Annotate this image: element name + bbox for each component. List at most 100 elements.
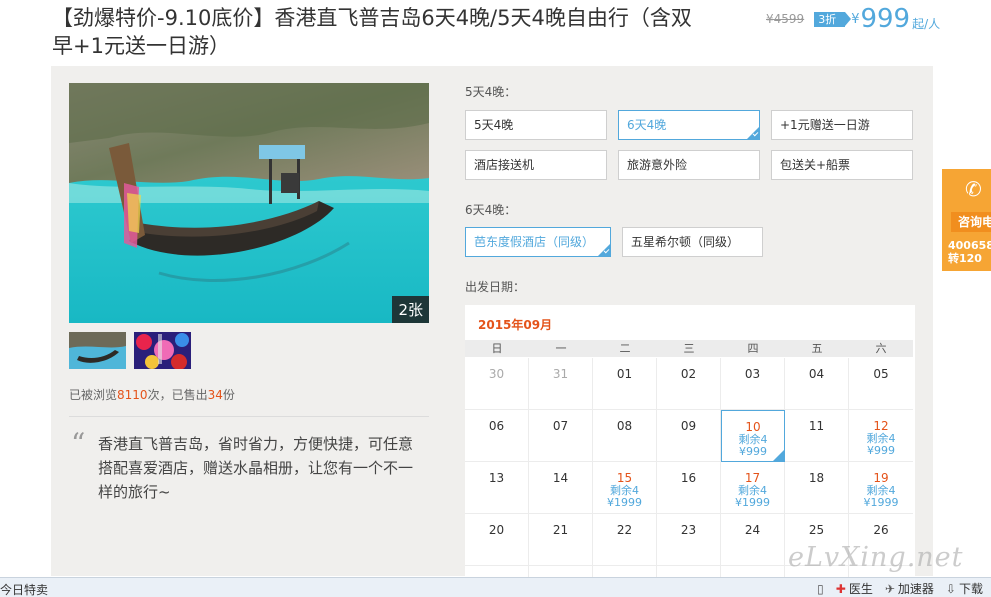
calendar-week-row: 30 31 01 02 03 04 05 <box>465 358 913 410</box>
browser-statusbar: 今日特卖 ▯ ✚ 医生 ✈ 加速器 ⇩ 下载 <box>0 577 991 597</box>
calendar-day[interactable]: 17 剩余4 ¥1999 <box>721 462 785 514</box>
calendar-day: 24 <box>721 514 785 566</box>
calendar-day: 18 <box>785 462 849 514</box>
option-travel-insurance[interactable]: 旅游意外险 <box>618 150 760 180</box>
quote-icon: “ <box>71 427 86 460</box>
day-number: 22 <box>616 523 633 537</box>
weekday: 三 <box>683 342 695 355</box>
calendar-day: 13 <box>465 462 529 514</box>
doctor-button[interactable]: ✚ 医生 <box>836 580 873 597</box>
hotel-option-patong-label: 芭东度假酒店（同级） <box>474 235 595 249</box>
calendar-day: 21 <box>529 514 593 566</box>
day-number: 20 <box>488 523 505 537</box>
view-sold-stats: 已被浏览8110次，已售出34份 <box>69 386 235 403</box>
day-number: 16 <box>680 471 697 485</box>
day-number: 02 <box>680 367 697 381</box>
day-number: 08 <box>616 419 633 433</box>
day-number: 10 <box>745 420 761 434</box>
calendar-day <box>529 566 593 577</box>
calendar-day <box>593 566 657 577</box>
status-tools: ▯ ✚ 医生 ✈ 加速器 ⇩ 下载 <box>817 580 983 597</box>
calendar-day: 11 <box>785 410 849 462</box>
sold-count: 34 <box>207 388 223 402</box>
longtail-boat-image <box>69 83 429 323</box>
photo-count-badge: 2张 <box>392 296 429 323</box>
weekday: 一 <box>555 342 567 355</box>
calendar-week-row: 06 07 08 09 10 剩余4 ¥999 11 12 剩余4 ¥999 <box>465 410 913 462</box>
calendar-day <box>465 566 529 577</box>
status-today-deals[interactable]: 今日特卖 <box>0 581 48 597</box>
doctor-label: 医生 <box>848 582 873 596</box>
download-icon: ⇩ <box>945 581 956 596</box>
day-number: 11 <box>808 419 825 433</box>
option-group-1-label: 5天4晚： <box>465 85 517 99</box>
discount-badge: 3折 <box>814 11 852 27</box>
consult-button[interactable]: 咨询电 <box>951 212 991 232</box>
departure-calendar: 2015年09月 日 一 二 三 四 五 六 30 31 01 02 03 04 05 06 0… <box>465 305 915 577</box>
calendar-day: 01 <box>593 358 657 410</box>
thumbnail-1[interactable] <box>69 332 126 369</box>
consult-phone: 4006588转120 <box>948 239 991 265</box>
day-number: 21 <box>552 523 569 537</box>
calendar-day <box>721 566 785 577</box>
day-number: 30 <box>488 367 505 381</box>
calendar-day: 05 <box>849 358 913 410</box>
download-button[interactable]: ⇩ 下载 <box>946 580 983 597</box>
hotel-option-hilton[interactable]: 五星希尔顿（同级） <box>622 227 763 257</box>
consult-phone-line2: 转120 <box>948 252 982 265</box>
calendar-month: 2015年09月 <box>478 318 553 332</box>
accelerator-button[interactable]: ✈ 加速器 <box>885 580 934 597</box>
views-prefix: 已被浏览 <box>69 388 118 402</box>
original-price: ¥4599 <box>766 12 805 26</box>
calendar-day: 14 <box>529 462 593 514</box>
calendar-day: 22 <box>593 514 657 566</box>
price-unit: 起/人 <box>912 16 941 31</box>
main-photo[interactable]: 2张 <box>69 83 429 323</box>
divider <box>69 416 429 417</box>
calendar-day <box>657 566 721 577</box>
product-description: 香港直飞普吉岛，省时省力，方便快捷，可任意搭配喜爱酒店，赠送水晶相册，让您有一个… <box>98 435 414 501</box>
day-number: 17 <box>744 471 761 485</box>
price-area: ¥4599 3折 ¥ 999 起/人 <box>766 4 940 34</box>
calendar-day[interactable]: 19 剩余4 ¥1999 <box>849 462 913 514</box>
price-value: 999 <box>860 4 911 34</box>
calendar-day: 30 <box>465 358 529 410</box>
day-number: 05 <box>873 367 889 381</box>
download-label: 下载 <box>958 582 983 596</box>
option-day-tour[interactable]: +1元赠送一日游 <box>771 110 913 140</box>
day-number: 09 <box>680 419 697 433</box>
option-group-2-label: 6天4晚： <box>465 203 517 217</box>
day-number: 15 <box>616 471 633 485</box>
calendar-day[interactable]: 15 剩余4 ¥1999 <box>593 462 657 514</box>
mobile-icon[interactable]: ▯ <box>817 582 824 596</box>
calendar-day[interactable]: 10 剩余4 ¥999 <box>721 410 785 462</box>
calendar-day[interactable]: 12 剩余4 ¥999 <box>849 410 913 462</box>
weekday: 五 <box>811 342 823 355</box>
thumbnail-2[interactable] <box>134 332 191 369</box>
departure-date-label: 出发日期： <box>465 280 526 294</box>
day-number: 24 <box>744 523 761 537</box>
selected-check-icon <box>773 450 784 461</box>
hotel-option-patong[interactable]: 芭东度假酒店（同级） <box>465 227 611 257</box>
calendar-day: 08 <box>593 410 657 462</box>
option-customs-ferry[interactable]: 包送关+船票 <box>771 150 913 180</box>
option-5d4n[interactable]: 5天4晚 <box>465 110 607 140</box>
calendar-day: 02 <box>657 358 721 410</box>
calendar-day: 06 <box>465 410 529 462</box>
views-suffix: 次，已售出 <box>147 388 208 402</box>
rocket-icon: ✈ <box>884 581 895 596</box>
consult-widget[interactable]: ✆ 咨询电 4006588转120 <box>942 169 991 271</box>
view-count: 8110 <box>117 388 148 402</box>
option-6d4n[interactable]: 6天4晚 <box>618 110 760 140</box>
day-number: 12 <box>873 419 889 433</box>
calendar-day: 16 <box>657 462 721 514</box>
option-airport-transfer[interactable]: 酒店接送机 <box>465 150 607 180</box>
selected-check-icon <box>747 127 759 139</box>
calendar-day: 04 <box>785 358 849 410</box>
watermark: eLvXing.net <box>788 542 964 573</box>
day-number: 06 <box>488 419 505 433</box>
sold-suffix: 份 <box>222 388 235 402</box>
day-number: 13 <box>488 471 505 485</box>
weekday: 四 <box>747 342 759 355</box>
day-number: 03 <box>744 367 761 381</box>
